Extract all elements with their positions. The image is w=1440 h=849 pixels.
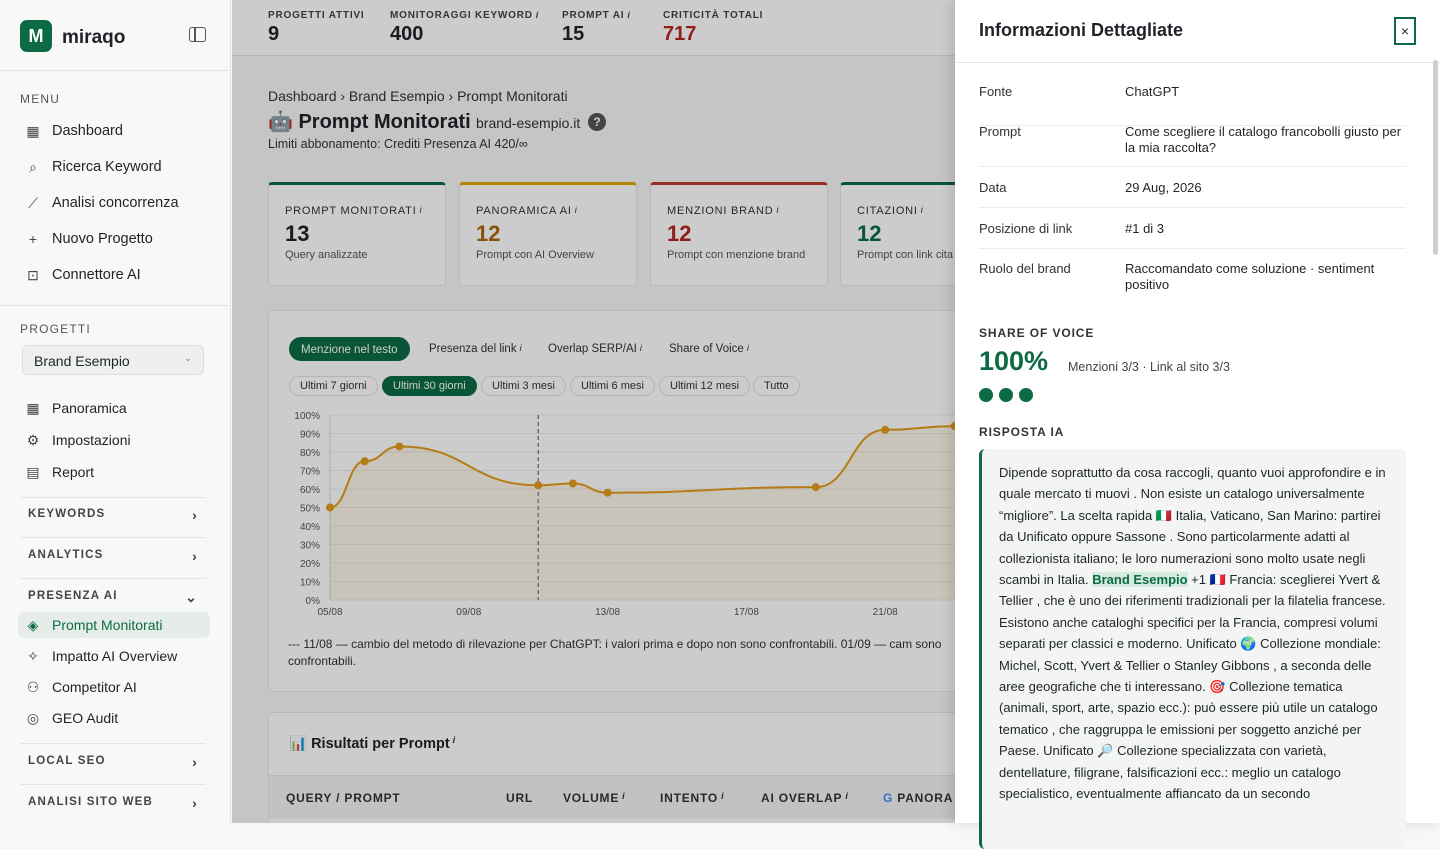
sidebar-item-analisi-concorrenza[interactable]: ⟋ Analisi concorrenza xyxy=(24,190,178,216)
brand-highlight: Brand Esempio xyxy=(1092,572,1188,588)
chevron-right-icon: › xyxy=(192,795,198,811)
sidebar-divider xyxy=(20,784,206,785)
compass-icon: ◎ xyxy=(26,709,40,726)
sidebar-item-impatto-ai-overview[interactable]: ✧ Impatto AI Overview xyxy=(24,643,177,669)
drawer-title: Informazioni Dettagliate xyxy=(979,20,1184,40)
sov-dot xyxy=(979,388,993,402)
robot-icon: ⊡ xyxy=(27,266,39,283)
sidebar-divider xyxy=(20,578,206,579)
gear-icon: ⚙ xyxy=(26,431,40,448)
detail-row-ruolo-brand: Ruolo del brand Raccomandato come soluzio… xyxy=(979,261,1375,292)
grid-icon: ▦ xyxy=(26,122,40,139)
drawer-divider xyxy=(955,62,1440,63)
sidebar-item-connettore-ai[interactable]: ⊡ Connettore AI xyxy=(24,262,141,288)
chevron-right-icon: › xyxy=(192,548,198,564)
brand-name[interactable]: miraqo xyxy=(62,27,125,49)
sov-dot xyxy=(999,388,1013,402)
chevron-right-icon: › xyxy=(192,507,198,523)
project-select[interactable]: Brand Esempio ⌄ xyxy=(22,345,204,375)
chevron-down-icon: ⌄ xyxy=(183,353,192,364)
detail-row-data: Data 29 Aug, 2026 xyxy=(979,180,1406,208)
details-drawer: Informazioni Dettagliate × Fonte ChatGPT … xyxy=(955,0,1440,849)
layers-icon: ◈ xyxy=(27,616,39,633)
sidebar-item-ricerca-keyword[interactable]: ⌕ Ricerca Keyword xyxy=(24,154,162,180)
group-analisi-sito-web[interactable]: ANALISI SITO WEB › xyxy=(28,795,198,811)
search-icon: ⌕ xyxy=(29,158,37,175)
ai-answer-heading: RISPOSTA IA xyxy=(979,425,1065,439)
sidebar-divider xyxy=(20,497,206,498)
close-icon[interactable]: × xyxy=(1394,17,1416,45)
group-keywords[interactable]: KEYWORDS › xyxy=(28,507,198,523)
sidebar-item-nuovo-progetto[interactable]: + Nuovo Progetto xyxy=(24,226,153,252)
detail-row-prompt: Prompt Come scegliere il catalogo francob… xyxy=(979,124,1406,167)
sidebar-item-impostazioni[interactable]: ⚙ Impostazioni xyxy=(24,427,131,453)
sov-dot xyxy=(1019,388,1033,402)
sidebar-item-prompt-monitorati[interactable]: ◈ Prompt Monitorati xyxy=(18,612,210,638)
ai-answer: Dipende soprattutto da cosa raccogli, qu… xyxy=(979,449,1406,849)
menu-heading: MENU xyxy=(20,92,61,106)
chevron-right-icon: › xyxy=(192,754,198,770)
plus-icon: + xyxy=(28,231,38,247)
users-icon: ⚇ xyxy=(26,678,40,695)
sidebar: M miraqo MENU ▦ Dashboard ⌕ Ricerca Keywor… xyxy=(0,0,231,823)
share-of-voice-value: 100% xyxy=(979,346,1049,376)
drawer-scrollbar[interactable] xyxy=(1433,60,1438,255)
sidebar-divider xyxy=(0,305,231,306)
share-of-voice-detail: Menzioni 3/3 · Link al sito 3/3 xyxy=(1068,360,1230,374)
sparkle-icon: ✧ xyxy=(27,647,39,664)
share-of-voice-heading: SHARE OF VOICE xyxy=(979,326,1095,340)
chevron-down-icon: ⌄ xyxy=(185,589,198,605)
detail-row-posizione-link: Posizione di link #1 di 3 xyxy=(979,221,1406,249)
sidebar-toggle-icon[interactable] xyxy=(189,27,206,42)
group-analytics[interactable]: ANALYTICS › xyxy=(28,548,198,564)
sidebar-item-panoramica[interactable]: ▦ Panoramica xyxy=(24,395,126,421)
document-icon: ▤ xyxy=(26,463,40,480)
sidebar-item-dashboard[interactable]: ▦ Dashboard xyxy=(24,118,123,144)
sidebar-item-report[interactable]: ▤ Report xyxy=(24,459,94,485)
chart-line-icon: ⟋ xyxy=(28,194,38,211)
grid-icon: ▦ xyxy=(26,399,40,416)
sidebar-divider xyxy=(20,743,206,744)
brand-logo[interactable]: M xyxy=(20,20,52,52)
sidebar-divider xyxy=(20,537,206,538)
sidebar-item-geo-audit[interactable]: ◎ GEO Audit xyxy=(24,705,118,731)
sidebar-divider xyxy=(0,70,231,71)
group-local-seo[interactable]: LOCAL SEO › xyxy=(28,754,198,770)
group-presenza-ai[interactable]: PRESENZA AI ⌄ xyxy=(28,589,198,605)
projects-heading: PROGETTI xyxy=(20,322,91,336)
detail-row-fonte: Fonte ChatGPT xyxy=(979,84,1406,126)
sidebar-item-competitor-ai[interactable]: ⚇ Competitor AI xyxy=(24,674,137,700)
